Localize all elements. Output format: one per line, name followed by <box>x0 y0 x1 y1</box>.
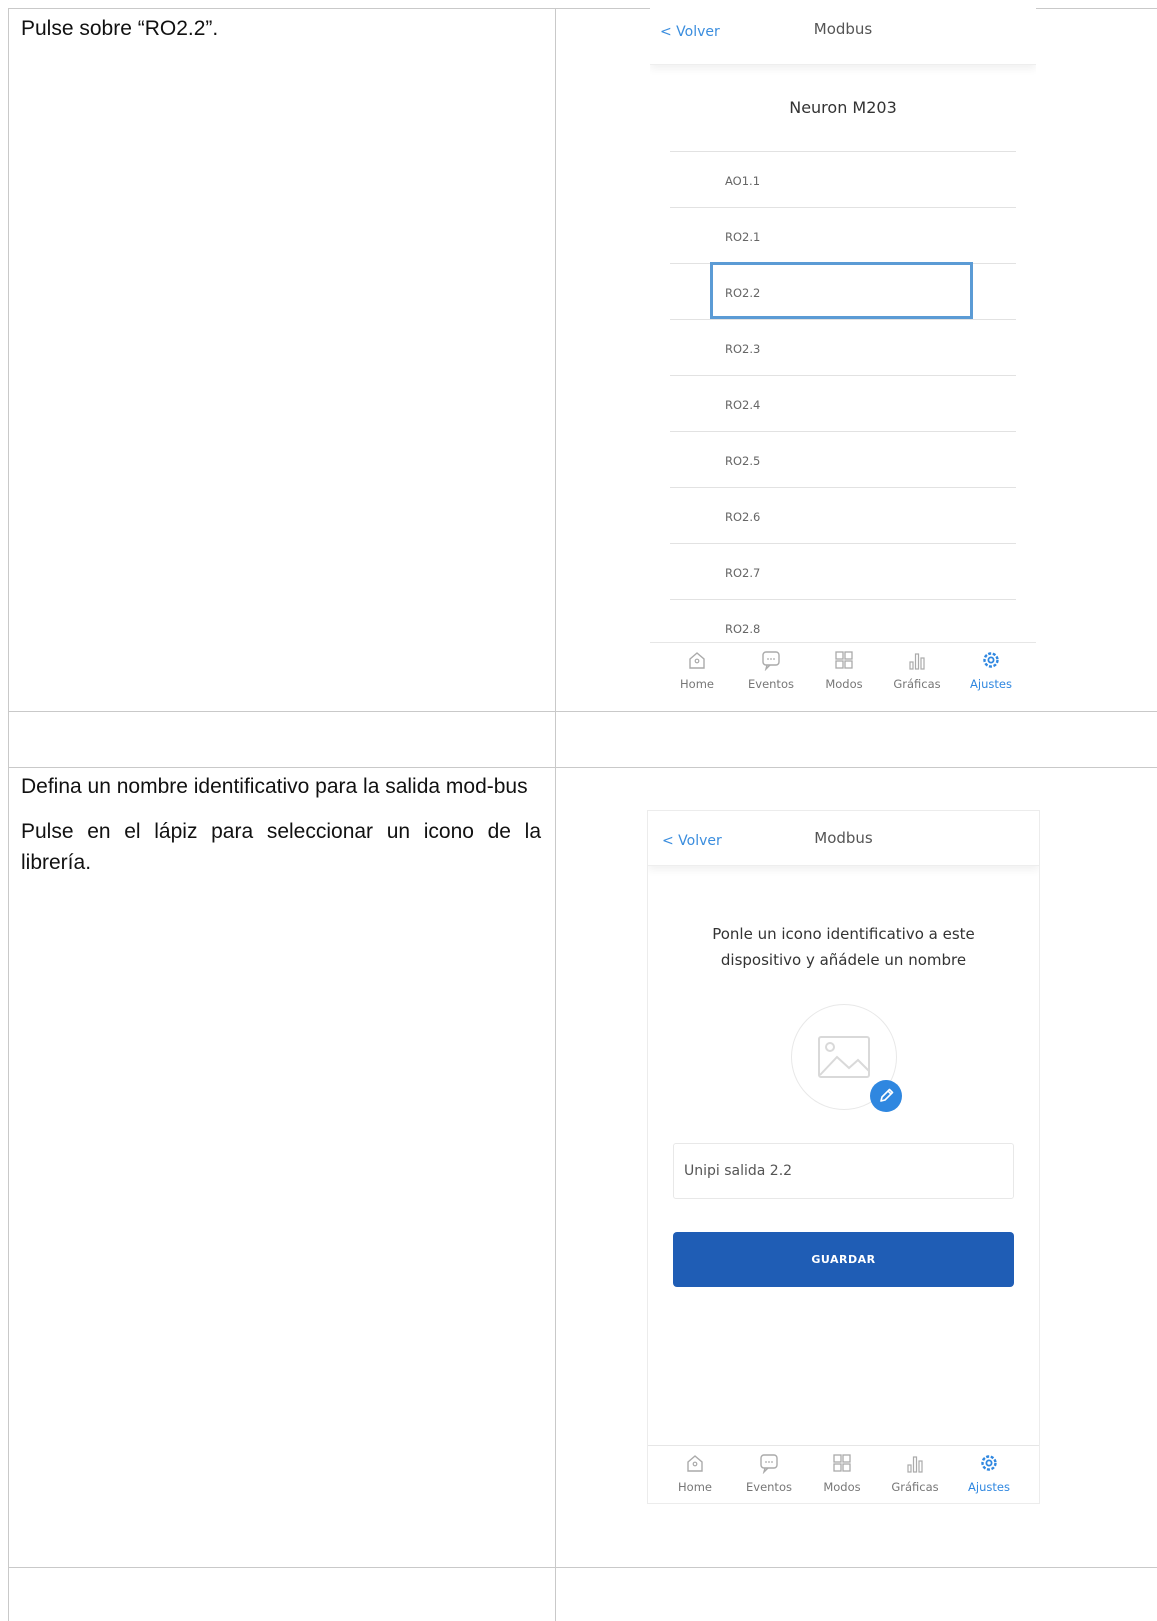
tab-graficas[interactable]: Gráficas <box>882 649 952 691</box>
list-item-label: RO2.1 <box>725 230 761 244</box>
list-item-ro2-3[interactable]: RO2.3 <box>670 319 1016 376</box>
icon-name-prompt: Ponle un icono identificativo a este dis… <box>712 925 975 969</box>
settings-gear-icon <box>956 649 1026 675</box>
list-item-ro2-5[interactable]: RO2.5 <box>670 431 1016 488</box>
tab-graficas[interactable]: Gráficas <box>880 1452 950 1494</box>
tab-label: Gráficas <box>893 677 941 691</box>
tab-label: Modos <box>825 677 863 691</box>
list-item-ro2-6[interactable]: RO2.6 <box>670 487 1016 544</box>
step2-instruction: Defina un nombre identificativo para la … <box>21 771 541 892</box>
list-item-ro2-7[interactable]: RO2.7 <box>670 543 1016 600</box>
tab-label: Eventos <box>746 1480 792 1494</box>
table-row-divider-1 <box>8 711 1157 712</box>
table-column-divider <box>555 8 556 1621</box>
tab-label: Gráficas <box>891 1480 939 1494</box>
bottom-tab-bar: Home Eventos Modos Gráficas Ajustes <box>650 642 1036 698</box>
step2-instruction-text-1: Defina un nombre identificativo para la … <box>21 775 528 798</box>
list-item-label: RO2.6 <box>725 510 761 524</box>
table-row-divider-2 <box>8 767 1157 768</box>
tab-ajustes[interactable]: Ajustes <box>954 1452 1024 1494</box>
grid-icon <box>809 649 879 675</box>
tab-label: Home <box>680 677 714 691</box>
tab-modos[interactable]: Modos <box>807 1452 877 1494</box>
tab-label: Modos <box>823 1480 861 1494</box>
device-name-heading: Neuron M203 <box>789 98 897 117</box>
top-nav-bar: < Volver Modbus <box>648 811 1039 866</box>
list-item-label: RO2.5 <box>725 454 761 468</box>
tab-eventos[interactable]: Eventos <box>736 649 806 691</box>
chat-bubble-icon <box>734 1452 804 1478</box>
list-item-label: RO2.7 <box>725 566 761 580</box>
settings-gear-icon <box>954 1452 1024 1478</box>
step2-instruction-text-2: Pulse en el lápiz para seleccionar un ic… <box>21 820 541 874</box>
bar-chart-icon <box>880 1452 950 1478</box>
top-nav-bar: < Volver Modbus <box>650 4 1036 65</box>
device-name-input[interactable] <box>673 1143 1014 1199</box>
tab-ajustes[interactable]: Ajustes <box>956 649 1026 691</box>
list-item-ro2-1[interactable]: RO2.1 <box>670 207 1016 264</box>
modbus-device-list-screen: < Volver Modbus Neuron M203 AO1.1 RO2.1 RO… <box>650 4 1036 698</box>
table-border-left <box>8 8 9 1621</box>
pencil-icon <box>880 1088 894 1102</box>
bar-chart-icon <box>882 649 952 675</box>
selection-highlight-ro2-2 <box>710 262 973 319</box>
tab-home[interactable]: Home <box>662 649 732 691</box>
list-item-ao1-1[interactable]: AO1.1 <box>670 151 1016 208</box>
step1-instruction-text: Pulse sobre “RO2.2”. <box>21 17 219 40</box>
list-item-label: RO2.4 <box>725 398 761 412</box>
step1-instruction: Pulse sobre “RO2.2”. <box>21 13 541 58</box>
tab-label: Eventos <box>748 677 794 691</box>
device-naming-screen: < Volver Modbus Ponle un icono identific… <box>647 810 1040 1504</box>
grid-icon <box>807 1452 877 1478</box>
tab-label: Ajustes <box>968 1480 1010 1494</box>
list-item-label: AO1.1 <box>725 174 761 188</box>
chat-bubble-icon <box>736 649 806 675</box>
screen-title: Modbus <box>814 829 873 847</box>
save-button[interactable]: GUARDAR <box>673 1232 1014 1287</box>
bottom-tab-bar: Home Eventos Modos Gráficas Ajustes <box>648 1445 1039 1502</box>
home-icon <box>660 1452 730 1478</box>
list-item-ro2-4[interactable]: RO2.4 <box>670 375 1016 432</box>
tab-modos[interactable]: Modos <box>809 649 879 691</box>
table-row-divider-3 <box>8 1567 1157 1568</box>
list-item-label: RO2.3 <box>725 342 761 356</box>
home-icon <box>662 649 732 675</box>
tab-label: Ajustes <box>970 677 1012 691</box>
list-item-label: RO2.8 <box>725 622 761 636</box>
tab-label: Home <box>678 1480 712 1494</box>
screen-title: Modbus <box>813 20 873 38</box>
tab-home[interactable]: Home <box>660 1452 730 1494</box>
edit-icon-button[interactable] <box>870 1080 902 1112</box>
tab-eventos[interactable]: Eventos <box>734 1452 804 1494</box>
